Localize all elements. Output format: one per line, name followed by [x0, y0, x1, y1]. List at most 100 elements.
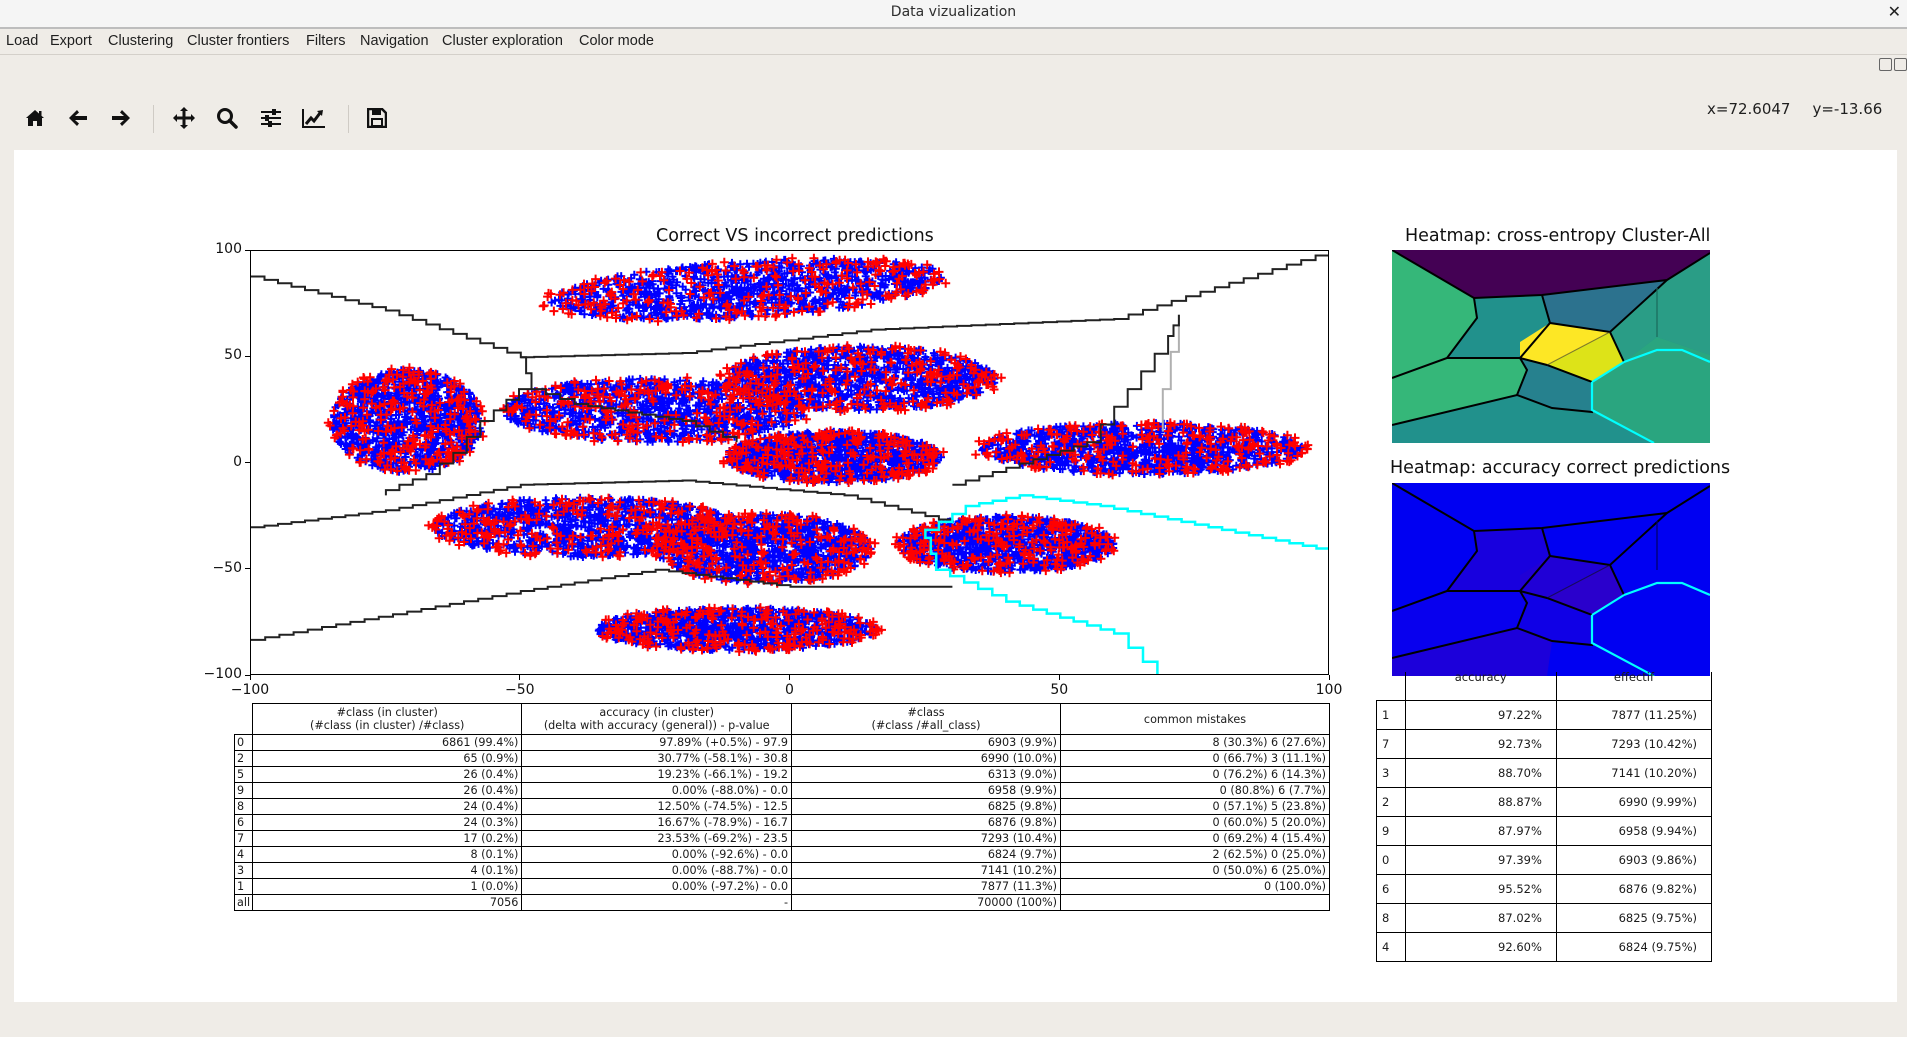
- line-chart-icon: [302, 109, 325, 128]
- table-cell: 7141 (10.20%): [1555, 758, 1713, 788]
- column-header-line: accuracy (in cluster): [599, 706, 714, 719]
- cluster-stats-table: #class (in cluster) (#class (in cluster) …: [233, 703, 1330, 911]
- table-cell: 0 (100.0%): [1060, 878, 1330, 895]
- forward-button[interactable]: [104, 100, 138, 136]
- column-header: accuracy: [1404, 672, 1557, 701]
- table-cell: 97.39%: [1404, 845, 1557, 875]
- row-label: 5: [233, 766, 254, 783]
- table-row: 0 6861 (99.4%) 97.89% (+0.5%) - 97.9 6903 (…: [233, 734, 1330, 751]
- close-icon[interactable]: ✕: [1888, 2, 1901, 21]
- menu-filters[interactable]: Filters: [306, 33, 345, 49]
- window-title: Data vizualization: [890, 4, 1017, 20]
- table-cell: 6825 (9.8%): [791, 798, 1061, 815]
- y-tick-label: 0: [233, 453, 242, 470]
- menu-cluster-frontiers[interactable]: Cluster frontiers: [187, 33, 289, 49]
- back-button[interactable]: [61, 100, 95, 136]
- menu-color-mode[interactable]: Color mode: [579, 33, 654, 49]
- class-stats-table: accuracy effectif 1 97.22% 7877 (11.25%) 7 92.…: [1376, 672, 1713, 962]
- row-label: all: [233, 894, 254, 911]
- table-cell: 88.70%: [1404, 758, 1557, 788]
- table-row: 6 95.52% 6876 (9.82%): [1376, 874, 1713, 904]
- scatter-plot: [251, 253, 1328, 674]
- table-cell: 7141 (10.2%): [791, 862, 1061, 879]
- table-cell: 4 (0.1%): [252, 862, 523, 879]
- table-cell: 2 (62.5%) 0 (25.0%): [1060, 846, 1330, 863]
- menu-clustering[interactable]: Clustering: [108, 33, 173, 49]
- save-button[interactable]: [360, 100, 394, 136]
- close-dock-icon[interactable]: [1894, 58, 1907, 71]
- home-button[interactable]: [18, 100, 52, 136]
- table-row: 2 65 (0.9%) 30.77% (-58.1%) - 30.8 6990 (10…: [233, 750, 1330, 767]
- table-cell: 6958 (9.9%): [791, 782, 1061, 799]
- table-row: 7 17 (0.2%) 23.53% (-69.2%) - 23.5 7293 (10…: [233, 830, 1330, 847]
- row-label: 0: [1376, 845, 1406, 875]
- toolbar-separator: [153, 105, 154, 133]
- sliders-icon: [261, 109, 281, 127]
- row-label: 6: [233, 814, 254, 831]
- x-tick-mark: [1058, 675, 1060, 680]
- table-cell: 87.02%: [1404, 903, 1557, 933]
- heatmap-accuracy[interactable]: [1392, 483, 1710, 676]
- move-icon: [173, 107, 195, 129]
- y-tick-mark: [245, 462, 250, 463]
- y-tick-mark: [245, 674, 250, 676]
- table-row: 8 24 (0.4%) 12.50% (-74.5%) - 12.5 6825 (9.…: [233, 798, 1330, 815]
- table-cell: 6861 (99.4%): [252, 734, 523, 751]
- x-tick-label: −50: [504, 682, 535, 698]
- table-row: 5 26 (0.4%) 19.23% (-66.1%) - 19.2 6313 (9.…: [233, 766, 1330, 783]
- corner-cell: [235, 704, 253, 735]
- table-row: 9 87.97% 6958 (9.94%): [1376, 816, 1713, 846]
- table-cell: 0.00% (-92.6%) - 0.0: [521, 846, 793, 863]
- column-header: effectif: [1555, 672, 1713, 701]
- edit-axis-button[interactable]: [297, 100, 331, 136]
- table-row: 1 97.22% 7877 (11.25%): [1376, 700, 1713, 730]
- menu-export[interactable]: Export: [50, 33, 92, 49]
- table-cell: 8 (30.3%) 6 (27.6%): [1060, 734, 1330, 751]
- corner-cell: [1377, 672, 1406, 701]
- table-cell: 0 (60.0%) 5 (20.0%): [1060, 814, 1330, 831]
- heatmap-entropy[interactable]: [1392, 250, 1710, 443]
- column-header-line: (#class /#all_class): [871, 719, 981, 732]
- x-tick-mark: [519, 675, 521, 680]
- table-cell: 6825 (9.75%): [1555, 903, 1713, 933]
- x-tick-label: −100: [230, 682, 270, 698]
- x-tick-mark: [789, 675, 790, 680]
- x-tick-mark: [1328, 675, 1330, 680]
- table-row: 0 97.39% 6903 (9.86%): [1376, 845, 1713, 875]
- pan-button[interactable]: [167, 100, 201, 136]
- row-label: 9: [233, 782, 254, 799]
- table-cell: 0 (69.2%) 4 (15.4%): [1060, 830, 1330, 847]
- column-header-line: #class (in cluster): [336, 706, 438, 719]
- scatter-axes[interactable]: [250, 250, 1329, 675]
- table-cell: 65 (0.9%): [252, 750, 523, 767]
- table-cell: 6958 (9.94%): [1555, 816, 1713, 846]
- table-cell: 6990 (10.0%): [791, 750, 1061, 767]
- table-cell: 24 (0.4%): [252, 798, 523, 815]
- row-label: 4: [1376, 932, 1406, 962]
- menu-load[interactable]: Load: [6, 33, 38, 49]
- table-cell: 26 (0.4%): [252, 766, 523, 783]
- menu-navigation[interactable]: Navigation: [360, 33, 429, 49]
- configure-subplots-button[interactable]: [254, 100, 288, 136]
- table-cell: 0.00% (-88.7%) - 0.0: [521, 862, 793, 879]
- menu-cluster-exploration[interactable]: Cluster exploration: [442, 33, 563, 49]
- dock-controls: [1877, 58, 1907, 74]
- row-label: 9: [1376, 816, 1406, 846]
- menu-bar: Load Export Clustering Cluster frontiers…: [0, 29, 1907, 55]
- table-cell: 0 (50.0%) 6 (25.0%): [1060, 862, 1330, 879]
- table-cell: 7293 (10.4%): [791, 830, 1061, 847]
- series-correct: [328, 254, 1306, 655]
- y-tick-mark: [245, 249, 250, 251]
- column-header: #class (#class /#all_class): [791, 703, 1061, 735]
- table-cell: 17 (0.2%): [252, 830, 523, 847]
- row-label: 0: [233, 734, 254, 751]
- float-dock-icon[interactable]: [1879, 58, 1892, 71]
- heatmap-entropy-canvas: [1392, 250, 1710, 443]
- zoom-button[interactable]: [210, 100, 244, 136]
- table-cell: 92.73%: [1404, 729, 1557, 759]
- table-row: 6 24 (0.3%) 16.67% (-78.9%) - 16.7 6876 (9.…: [233, 814, 1330, 831]
- column-header: accuracy (in cluster) (delta with accurac…: [521, 703, 793, 735]
- table-cell: 7293 (10.42%): [1555, 729, 1713, 759]
- row-label: 2: [1376, 787, 1406, 817]
- row-label: 8: [233, 798, 254, 815]
